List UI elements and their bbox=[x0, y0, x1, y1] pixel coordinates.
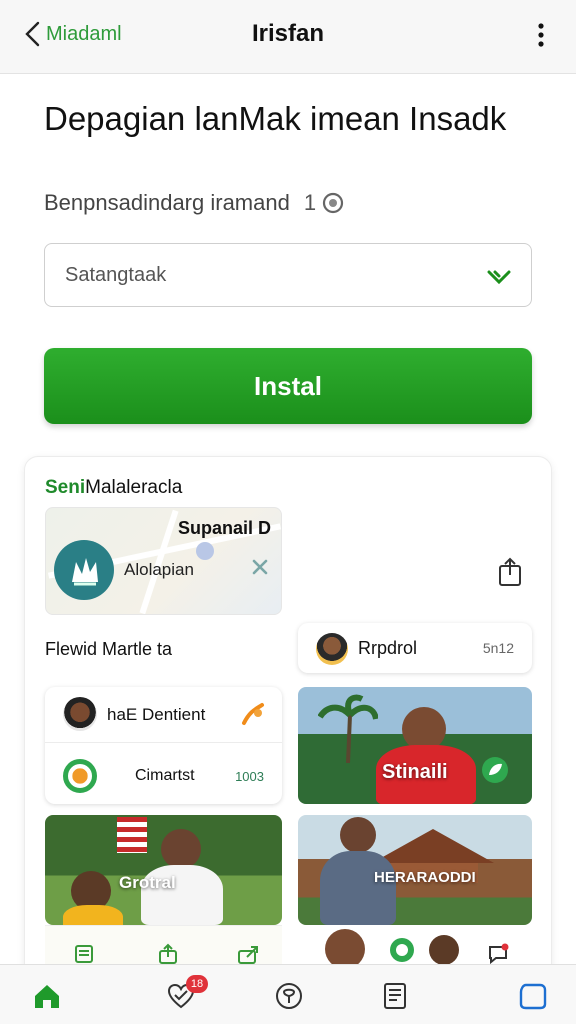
document-icon[interactable] bbox=[380, 981, 410, 1011]
list-item-value: 1003 bbox=[235, 769, 264, 784]
sparkle-icon bbox=[242, 703, 264, 725]
chip-value: 5n12 bbox=[482, 640, 514, 656]
map-card-label: Supanail D bbox=[177, 518, 271, 538]
photo-card[interactable]: Stinaili bbox=[298, 687, 532, 804]
option-select[interactable]: Satangtaak bbox=[44, 243, 532, 307]
photo-card[interactable]: HERARAODDI bbox=[298, 815, 532, 925]
square-icon[interactable] bbox=[518, 981, 548, 1011]
app-icon bbox=[54, 540, 114, 600]
page-title: Irisfan bbox=[251, 20, 325, 47]
list-item-name: haE Dentient bbox=[107, 705, 206, 724]
home-icon[interactable] bbox=[32, 981, 62, 1011]
list-card: haE Dentient Cimartst 1003 bbox=[45, 687, 282, 804]
top-bar: Miadaml Irisfan bbox=[0, 0, 576, 74]
map-card[interactable]: Supanail D Alolapian bbox=[45, 507, 282, 615]
select-placeholder: Satangtaak bbox=[65, 264, 167, 286]
photo-caption: HERARAODDI bbox=[374, 869, 476, 886]
app-name: Alolapian bbox=[124, 560, 194, 579]
status-avatar bbox=[63, 759, 97, 793]
subtitle-text: Benpnsadindarg iramand bbox=[44, 190, 290, 215]
more-vert-icon[interactable] bbox=[536, 22, 546, 48]
pin-icon[interactable] bbox=[274, 981, 304, 1011]
install-button[interactable]: Instal bbox=[44, 348, 532, 424]
avatar bbox=[63, 697, 97, 731]
palm-tree-icon bbox=[318, 694, 378, 763]
map-pin-icon bbox=[196, 542, 214, 560]
notification-badge: 18 bbox=[186, 975, 208, 993]
chip-name: Rrpdrol bbox=[358, 638, 418, 658]
chat-badge-icon[interactable] bbox=[389, 937, 415, 963]
bottom-navigation: 18 bbox=[0, 964, 576, 1024]
photo-caption: Grotral bbox=[119, 873, 176, 892]
close-icon[interactable] bbox=[251, 558, 269, 576]
leaf-badge-icon bbox=[482, 757, 508, 783]
avatar bbox=[316, 633, 348, 665]
share-icon[interactable] bbox=[157, 943, 179, 965]
check-chevron-icon bbox=[487, 270, 511, 285]
main-heading: Depagian lanMak imean Insadk bbox=[44, 100, 507, 137]
content-panel: SeniMalaleracla Supanail D Alolapian Fle… bbox=[24, 456, 552, 986]
profile-chip[interactable]: Rrpdrol 5n12 bbox=[298, 623, 532, 673]
export-icon[interactable] bbox=[237, 943, 259, 965]
subtitle-number: 1 bbox=[304, 190, 344, 216]
list-item[interactable]: haE Dentient bbox=[45, 687, 282, 743]
comment-icon[interactable] bbox=[487, 943, 509, 965]
panel-title: SeniMalaleracla bbox=[45, 477, 183, 498]
share-icon[interactable] bbox=[497, 557, 523, 587]
section-label: Flewid Martle ta bbox=[45, 639, 173, 659]
clock-icon bbox=[323, 192, 344, 214]
note-icon[interactable] bbox=[73, 943, 95, 965]
photo-card[interactable]: Grotral bbox=[45, 815, 282, 925]
list-item-name: Cimartst bbox=[135, 767, 195, 784]
subtitle-line: Benpnsadindarg iramand 1 bbox=[44, 190, 344, 216]
photo-caption: Stinaili bbox=[382, 761, 448, 783]
